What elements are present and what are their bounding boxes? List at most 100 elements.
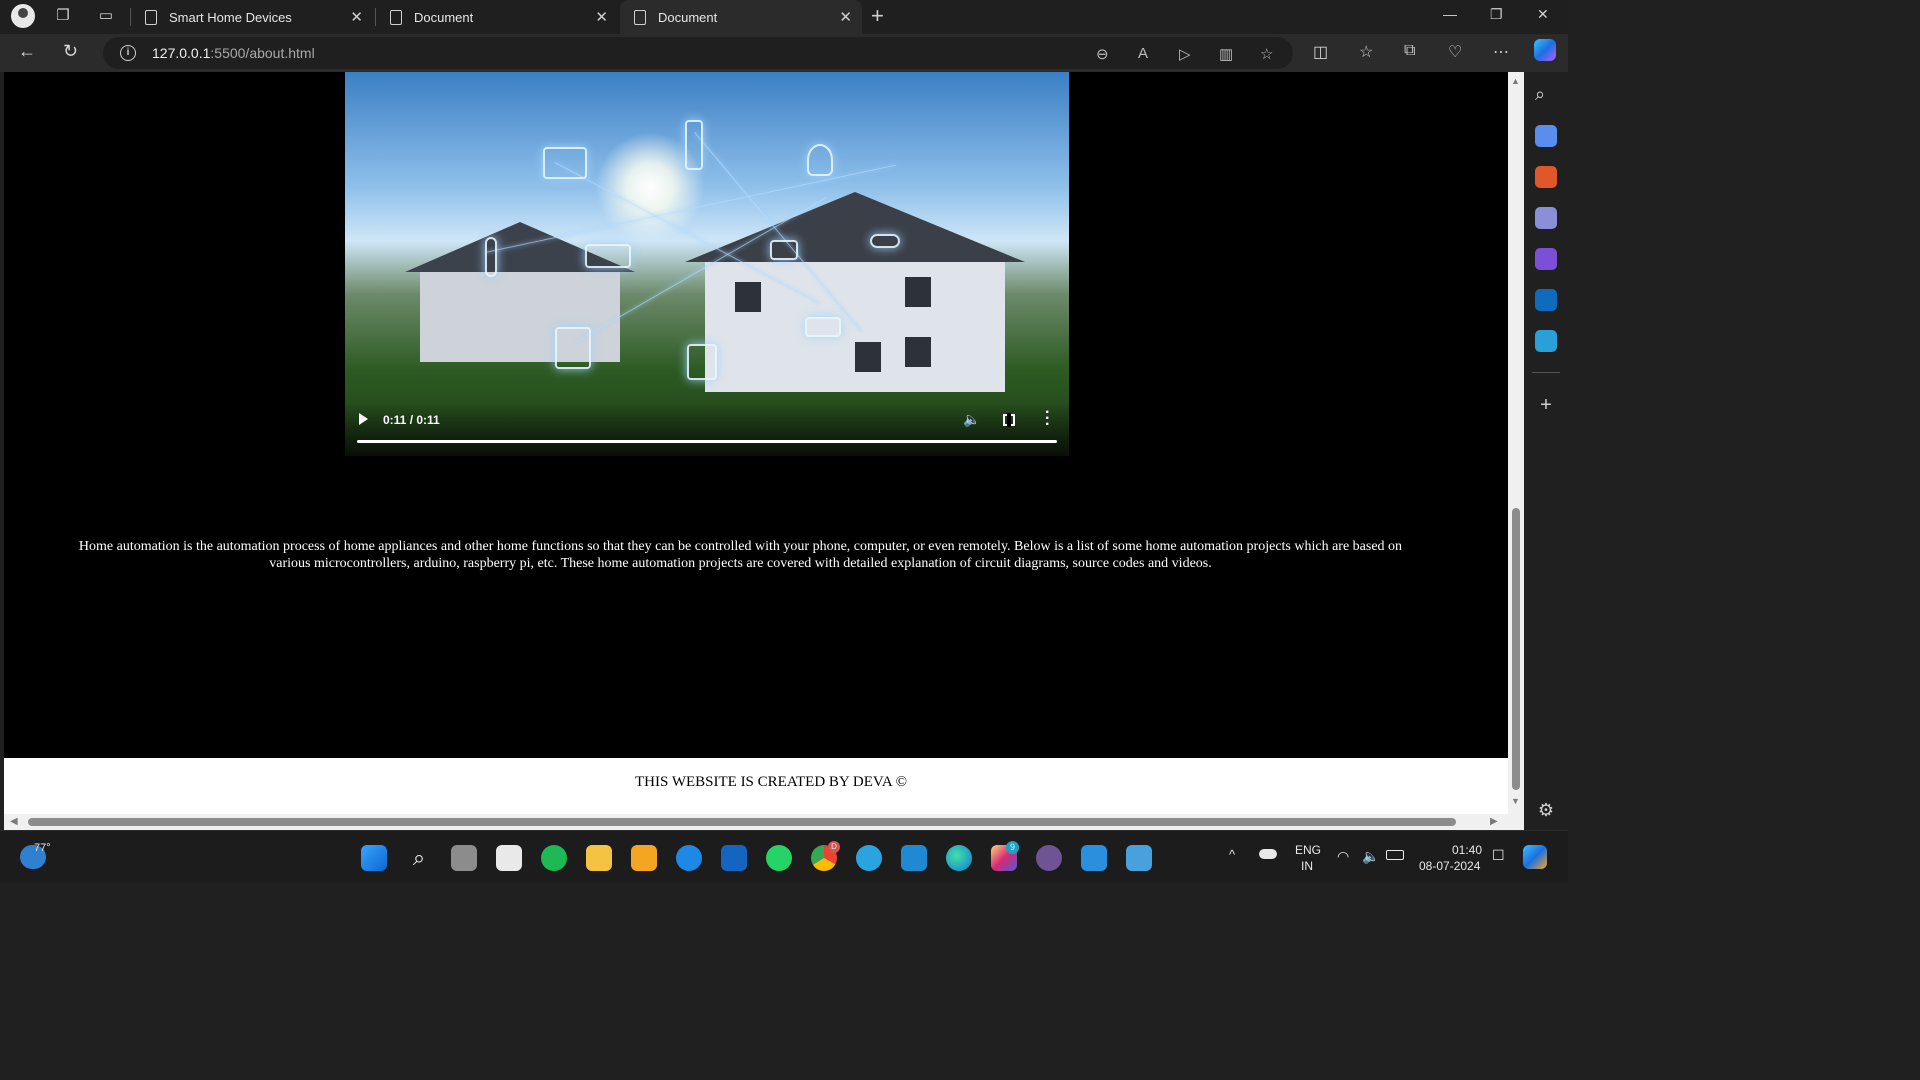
myhp-icon[interactable] (721, 845, 747, 871)
chrome-badge: D (828, 841, 840, 853)
window (905, 277, 931, 307)
sidebar-settings-icon[interactable]: ⚙ (1535, 800, 1557, 822)
media-icon[interactable]: ▷ (1179, 45, 1191, 63)
close-window-icon[interactable]: ✕ (1537, 6, 1549, 23)
favorites-icon[interactable]: ☆ (1359, 42, 1373, 62)
tools-icon[interactable] (1535, 166, 1557, 188)
shopping-tag-icon[interactable] (1535, 125, 1557, 147)
more-options-icon[interactable]: ⋯ (1493, 42, 1509, 62)
sidebar-search-icon[interactable]: ⌕ (1535, 84, 1557, 106)
read-aloud-icon[interactable]: A (1138, 45, 1148, 62)
fullscreen-icon[interactable] (1003, 413, 1015, 427)
windows-taskbar: 77° ⌕ D 9 ^ ENG IN ◠ 🔈 01:40 08-07-2024 … (0, 830, 1568, 882)
zoom-out-icon[interactable]: ⊖ (1096, 45, 1109, 63)
lang-top[interactable]: ENG (1295, 843, 1321, 857)
spotify-icon[interactable] (541, 845, 567, 871)
url-text[interactable]: 127.0.0.1:5500/about.html (152, 45, 315, 61)
radiator-icon (543, 147, 587, 179)
volume-tray-icon[interactable]: 🔈 (1362, 848, 1379, 865)
scroll-up-icon[interactable]: ▲ (1511, 76, 1520, 86)
photos-icon[interactable] (1081, 845, 1107, 871)
clock-time[interactable]: 01:40 (1452, 843, 1482, 857)
site-info-icon[interactable]: i (120, 45, 136, 61)
close-tab-icon[interactable]: ✕ (595, 8, 608, 26)
new-tab-icon[interactable]: + (871, 3, 884, 29)
page-icon (390, 9, 402, 25)
help-icon[interactable] (676, 845, 702, 871)
sensor-icon (685, 120, 703, 170)
volume-icon[interactable]: 🔈 (963, 411, 980, 428)
tab-actions-icon[interactable]: ▭ (97, 7, 115, 25)
lang-bottom[interactable]: IN (1301, 859, 1313, 873)
close-tab-icon[interactable]: ✕ (839, 8, 852, 26)
scroll-right-icon[interactable]: ▶ (1490, 816, 1498, 827)
notes-app-icon[interactable] (631, 845, 657, 871)
url-path: :5500/about.html (210, 45, 315, 61)
collections-icon[interactable]: ⧉ (1404, 42, 1415, 60)
vertical-scrollbar[interactable]: ▲ ▼ (1508, 72, 1524, 830)
edge-icon[interactable] (946, 845, 972, 871)
store-icon[interactable] (496, 845, 522, 871)
github-icon[interactable] (1036, 845, 1062, 871)
profile-avatar[interactable] (11, 4, 35, 28)
window-blind-icon (687, 344, 717, 380)
vscode-icon[interactable] (901, 845, 927, 871)
back-icon[interactable]: ← (18, 41, 36, 62)
refresh-icon[interactable]: ↻ (63, 41, 78, 62)
tab-document-1[interactable]: Document ✕ (376, 0, 618, 34)
window (735, 282, 761, 312)
wifi-icon[interactable]: ◠ (1337, 848, 1349, 865)
horizontal-scroll-thumb[interactable] (28, 818, 1456, 826)
intro-paragraph: Home automation is the automation proces… (78, 539, 1403, 571)
play-icon[interactable] (359, 413, 368, 425)
browser-essentials-icon[interactable]: ♡ (1448, 42, 1462, 62)
tab-smart-home-devices[interactable]: Smart Home Devices ✕ (131, 0, 373, 34)
drop-icon[interactable] (1535, 330, 1557, 352)
add-sidebar-icon[interactable]: + (1535, 394, 1557, 416)
home-automation-video[interactable]: 0:11 / 0:11 🔈 · · · (345, 72, 1069, 456)
whatsapp-icon[interactable] (766, 845, 792, 871)
immersive-reader-icon[interactable]: ▥ (1219, 45, 1233, 63)
split-screen-icon[interactable]: ◫ (1313, 42, 1328, 62)
task-view-icon[interactable] (451, 845, 477, 871)
workspaces-icon[interactable]: ❐ (54, 7, 72, 25)
microsoft-365-icon[interactable] (1535, 248, 1557, 270)
page-icon (145, 9, 157, 25)
address-bar[interactable]: i 127.0.0.1:5500/about.html ⊖ A ▷ ▥ ☆ (103, 37, 1293, 69)
games-icon[interactable] (1535, 207, 1557, 229)
page-viewport: 0:11 / 0:11 🔈 · · · Home automation is the… (4, 72, 1508, 830)
window (855, 342, 881, 372)
battery-icon[interactable] (1386, 850, 1404, 860)
page-icon (634, 9, 646, 25)
show-hidden-icons[interactable]: ^ (1229, 847, 1235, 862)
vertical-scroll-thumb[interactable] (1512, 508, 1520, 790)
weather-temp: 77° (34, 842, 51, 854)
notifications-icon[interactable]: ☐ (1492, 847, 1505, 864)
scroll-down-icon[interactable]: ▼ (1511, 796, 1520, 806)
browser-tab-bar: ❐ ▭ Smart Home Devices ✕ Document ✕ Docu… (0, 0, 1568, 34)
garage-icon (585, 244, 631, 268)
tv-icon (770, 240, 798, 260)
close-tab-icon[interactable]: ✕ (350, 8, 363, 26)
video-progress-bar[interactable] (357, 440, 1057, 443)
outlook-icon[interactable] (1535, 289, 1557, 311)
file-explorer-icon[interactable] (586, 845, 612, 871)
clock-date[interactable]: 08-07-2024 (1419, 859, 1480, 873)
tab-document-2[interactable]: Document ✕ (620, 0, 862, 34)
tab-title: Document (658, 9, 718, 25)
notepad-icon[interactable] (1126, 845, 1152, 871)
telegram-icon[interactable] (856, 845, 882, 871)
horizontal-scrollbar[interactable]: ◀ ▶ (4, 814, 1508, 830)
video-more-icon[interactable]: · · · (1045, 405, 1050, 433)
favorite-star-icon[interactable]: ☆ (1260, 45, 1273, 63)
onedrive-icon[interactable] (1259, 849, 1277, 859)
minimize-icon[interactable]: — (1443, 6, 1457, 22)
start-icon[interactable] (361, 845, 387, 871)
scroll-left-icon[interactable]: ◀ (10, 816, 18, 827)
video-controls: 0:11 / 0:11 🔈 · · · (345, 402, 1069, 456)
footer-text: THIS WEBSITE IS CREATED BY DEVA © (635, 774, 907, 790)
copilot-taskbar-icon[interactable] (1523, 845, 1547, 869)
restore-icon[interactable]: ❐ (1490, 6, 1503, 23)
search-icon[interactable]: ⌕ (406, 845, 432, 871)
copilot-icon[interactable] (1534, 39, 1556, 61)
